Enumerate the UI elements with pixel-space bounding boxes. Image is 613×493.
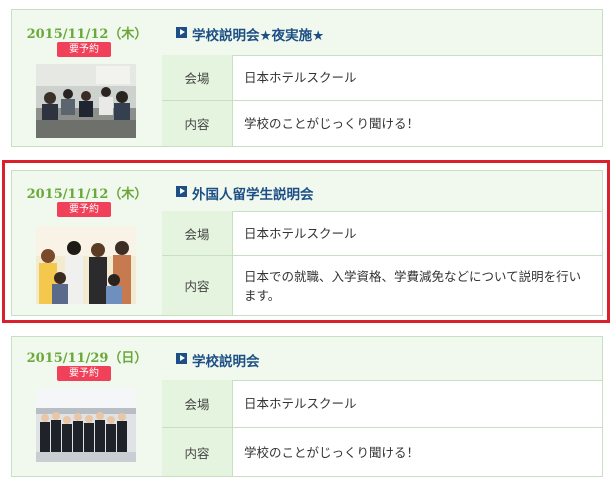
play-square-icon bbox=[176, 27, 187, 38]
event-date: 2015/11/12（木） bbox=[26, 27, 148, 42]
event-date: 2015/11/29（日） bbox=[26, 351, 148, 366]
content-value: 学校のことがじっくり聞ける！ bbox=[244, 116, 420, 131]
content-row: 内容 学校のことがじっくり聞ける！ bbox=[162, 101, 602, 146]
venue-value: 日本ホテルスクール bbox=[244, 396, 357, 411]
event-photo bbox=[36, 388, 136, 462]
venue-label: 会場 bbox=[162, 55, 233, 100]
event-date-column: 2015/11/12（木） 要予約 bbox=[12, 10, 163, 146]
event-card: 2015/11/29（日） 要予約 学校説明会 会場 日本ホテルスクール 内容 … bbox=[11, 336, 603, 477]
content-row: 内容 学校のことがじっくり聞ける！ bbox=[162, 428, 602, 476]
event-detail: 学校説明会★夜実施★ 会場 日本ホテルスクール 内容 学校のことがじっくり聞ける… bbox=[162, 10, 602, 146]
reservation-required-badge: 要予約 bbox=[57, 366, 111, 381]
venue-value: 日本ホテルスクール bbox=[244, 70, 357, 85]
event-card: 2015/11/12（木） 要予約 学校説明会★夜実施★ 会場 日本ホテルスクー… bbox=[11, 9, 603, 147]
content-value: 学校のことがじっくり聞ける！ bbox=[244, 444, 420, 460]
event-title-row[interactable]: 学校説明会★夜実施★ bbox=[162, 10, 602, 56]
event-photo bbox=[36, 64, 136, 138]
event-title-row[interactable]: 学校説明会 bbox=[162, 337, 602, 381]
event-date-column: 2015/11/29（日） 要予約 bbox=[12, 337, 163, 476]
content-label: 内容 bbox=[162, 428, 233, 476]
reservation-required-badge: 要予約 bbox=[57, 42, 111, 57]
venue-label: 会場 bbox=[162, 380, 233, 427]
event-title-link[interactable]: 学校説明会 bbox=[192, 350, 260, 370]
venue-row: 会場 日本ホテルスクール bbox=[162, 380, 602, 428]
venue-row: 会場 日本ホテルスクール bbox=[162, 55, 602, 101]
event-detail: 学校説明会 会場 日本ホテルスクール 内容 学校のことがじっくり聞ける！ bbox=[162, 337, 602, 476]
content-label: 内容 bbox=[162, 101, 233, 146]
highlight-frame bbox=[2, 160, 610, 323]
play-square-icon bbox=[176, 353, 187, 364]
event-title-link[interactable]: 学校説明会★夜実施★ bbox=[192, 24, 324, 44]
